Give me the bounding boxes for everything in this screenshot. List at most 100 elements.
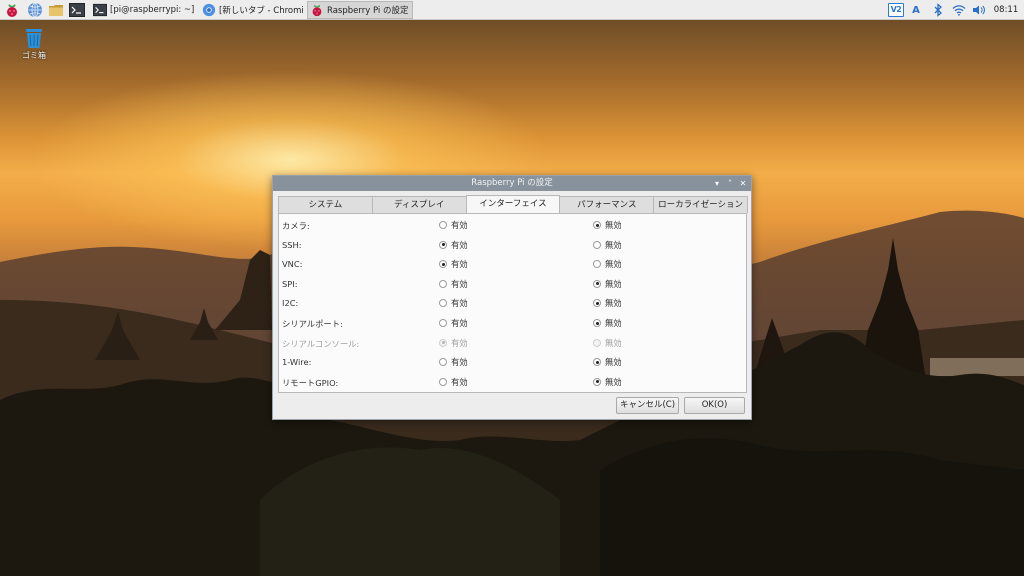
disable-radio[interactable]: 無効	[593, 258, 622, 270]
radio-dot	[593, 358, 601, 367]
interface-label: SSH:	[282, 239, 302, 250]
interface-row: リモートGPIO: 有効 無効	[279, 372, 746, 392]
radio-dot	[439, 279, 447, 288]
taskbar: [pi@raspberrypi: ~] [新しいタブ - Chromi Rasp…	[0, 0, 1024, 20]
radio-dot	[439, 299, 447, 308]
radio-dot	[593, 377, 601, 386]
terminal-launcher-icon[interactable]	[69, 2, 85, 18]
enable-radio-label: 有効	[451, 357, 468, 368]
radio-dot	[439, 377, 447, 386]
interface-label: カメラ:	[282, 221, 310, 231]
interface-label: VNC:	[282, 259, 303, 270]
radio-dot	[593, 319, 601, 327]
chromium-icon	[202, 3, 216, 17]
enable-radio[interactable]: 有効	[439, 376, 468, 388]
disable-radio-label: 無効	[605, 376, 622, 387]
dialog-menu-chevron-icon[interactable]: ▾	[712, 179, 722, 189]
disable-radio[interactable]: 無効	[593, 278, 622, 290]
vnc-tray-icon[interactable]: V2	[886, 1, 906, 19]
enable-radio-label: 有効	[451, 318, 468, 328]
tab-system[interactable]: システム	[278, 196, 373, 213]
interface-label: シリアルコンソール:	[282, 338, 360, 349]
disable-radio-label: 無効	[605, 337, 622, 348]
enable-radio[interactable]: 有効	[439, 258, 468, 270]
trash-icon	[26, 29, 42, 48]
taskbar-task-terminal[interactable]: [pi@raspberrypi: ~]	[91, 1, 197, 19]
wifi-icon[interactable]	[951, 1, 967, 19]
disable-radio[interactable]: 無効	[593, 239, 622, 251]
disable-radio[interactable]: 無効	[593, 376, 622, 388]
radio-dot	[593, 338, 601, 347]
clock[interactable]: 08:11	[992, 1, 1020, 19]
file-manager-launcher-icon[interactable]	[48, 2, 64, 18]
vnc-tray-label: V2	[888, 3, 904, 17]
enable-radio-label: 有効	[451, 239, 468, 250]
taskbar-task-terminal-label: [pi@raspberrypi: ~]	[110, 5, 195, 15]
disable-radio[interactable]: 無効	[593, 317, 622, 329]
tab-interfaces[interactable]: インターフェイス	[465, 195, 561, 213]
volume-icon[interactable]	[971, 1, 987, 19]
radio-dot	[439, 358, 447, 367]
interface-row: SPI: 有効 無効	[279, 274, 746, 294]
disable-radio-label: 無効	[605, 259, 622, 270]
disable-radio-label: 無効	[605, 357, 622, 368]
desktop-icon-trash-label: ゴミ箱	[22, 51, 46, 60]
disable-radio[interactable]: 無効	[593, 297, 622, 309]
taskbar-task-chromium-label: [新しいタブ - Chromi	[219, 6, 304, 16]
taskbar-task-rpi-config[interactable]: Raspberry Pi の設定	[307, 1, 413, 19]
disable-radio[interactable]: 無効	[593, 356, 622, 368]
enable-radio-label: 有効	[451, 259, 468, 270]
enable-radio[interactable]: 有効	[439, 356, 468, 368]
disable-radio[interactable]: 無効	[593, 219, 622, 231]
radio-dot	[439, 221, 447, 229]
interface-label: I2C:	[282, 298, 299, 309]
dialog-close-icon[interactable]: ✕	[738, 179, 748, 189]
dialog-minimize-icon[interactable]: ˄	[725, 179, 735, 189]
bluetooth-icon[interactable]	[930, 1, 946, 19]
cancel-button[interactable]: キャンセル(C)	[616, 397, 679, 414]
interface-row: シリアルポート: 有効 無効	[279, 313, 746, 333]
enable-radio-label: 有効	[451, 298, 468, 309]
enable-radio-label: 有効	[451, 337, 468, 348]
terminal-icon	[93, 3, 107, 17]
raspberry-icon	[312, 4, 322, 17]
enable-radio[interactable]: 有効	[439, 239, 468, 251]
enable-radio[interactable]: 有効	[439, 219, 468, 231]
enable-radio: 有効	[439, 337, 468, 349]
interface-row: VNC: 有効 無効	[279, 254, 746, 274]
enable-radio[interactable]: 有効	[439, 278, 468, 290]
enable-radio-label: 有効	[451, 220, 468, 230]
interface-row: 1-Wire: 有効 無効	[279, 352, 746, 372]
radio-dot	[593, 279, 601, 288]
radio-dot	[593, 221, 601, 229]
tab-display[interactable]: ディスプレイ	[371, 196, 467, 213]
dialog-title: Raspberry Pi の設定	[471, 178, 553, 188]
disable-radio-label: 無効	[605, 220, 622, 230]
tab-localisation[interactable]: ローカライゼーション	[653, 196, 748, 213]
raspberry-menu-icon[interactable]	[4, 2, 20, 18]
interface-row: シリアルコンソール: 有効 無効	[279, 333, 746, 353]
interfaces-panel: カメラ: 有効 無効 SSH: 有効 無効 VNC: 有効 無効 SPI: 有効 無効 I2C: 有効 無効…	[278, 213, 747, 393]
disable-radio: 無効	[593, 337, 622, 349]
desktop-icon-trash[interactable]: ゴミ箱	[14, 26, 54, 61]
disable-radio-label: 無効	[605, 318, 622, 328]
enable-radio-label: 有効	[451, 278, 468, 289]
keyboard-layout-indicator[interactable]: A	[908, 1, 924, 19]
radio-dot	[439, 319, 447, 327]
tab-performance[interactable]: パフォーマンス	[559, 196, 655, 213]
web-browser-launcher-icon[interactable]	[27, 2, 43, 18]
radio-dot	[439, 260, 447, 269]
enable-radio[interactable]: 有効	[439, 297, 468, 309]
radio-dot	[593, 299, 601, 308]
radio-dot	[439, 240, 447, 249]
rpi-config-dialog: Raspberry Pi の設定 ▾ ˄ ✕ システム ディスプレイ インターフ…	[272, 175, 752, 420]
interface-row: SSH: 有効 無効	[279, 235, 746, 255]
enable-radio[interactable]: 有効	[439, 317, 468, 329]
enable-radio-label: 有効	[451, 376, 468, 387]
interface-label: シリアルポート:	[282, 319, 343, 329]
dialog-titlebar[interactable]: Raspberry Pi の設定 ▾ ˄ ✕	[273, 176, 751, 191]
interface-label: 1-Wire:	[282, 357, 312, 368]
ok-button[interactable]: OK(O)	[684, 397, 745, 414]
radio-dot	[593, 240, 601, 249]
taskbar-task-chromium[interactable]: [新しいタブ - Chromi	[200, 1, 306, 19]
